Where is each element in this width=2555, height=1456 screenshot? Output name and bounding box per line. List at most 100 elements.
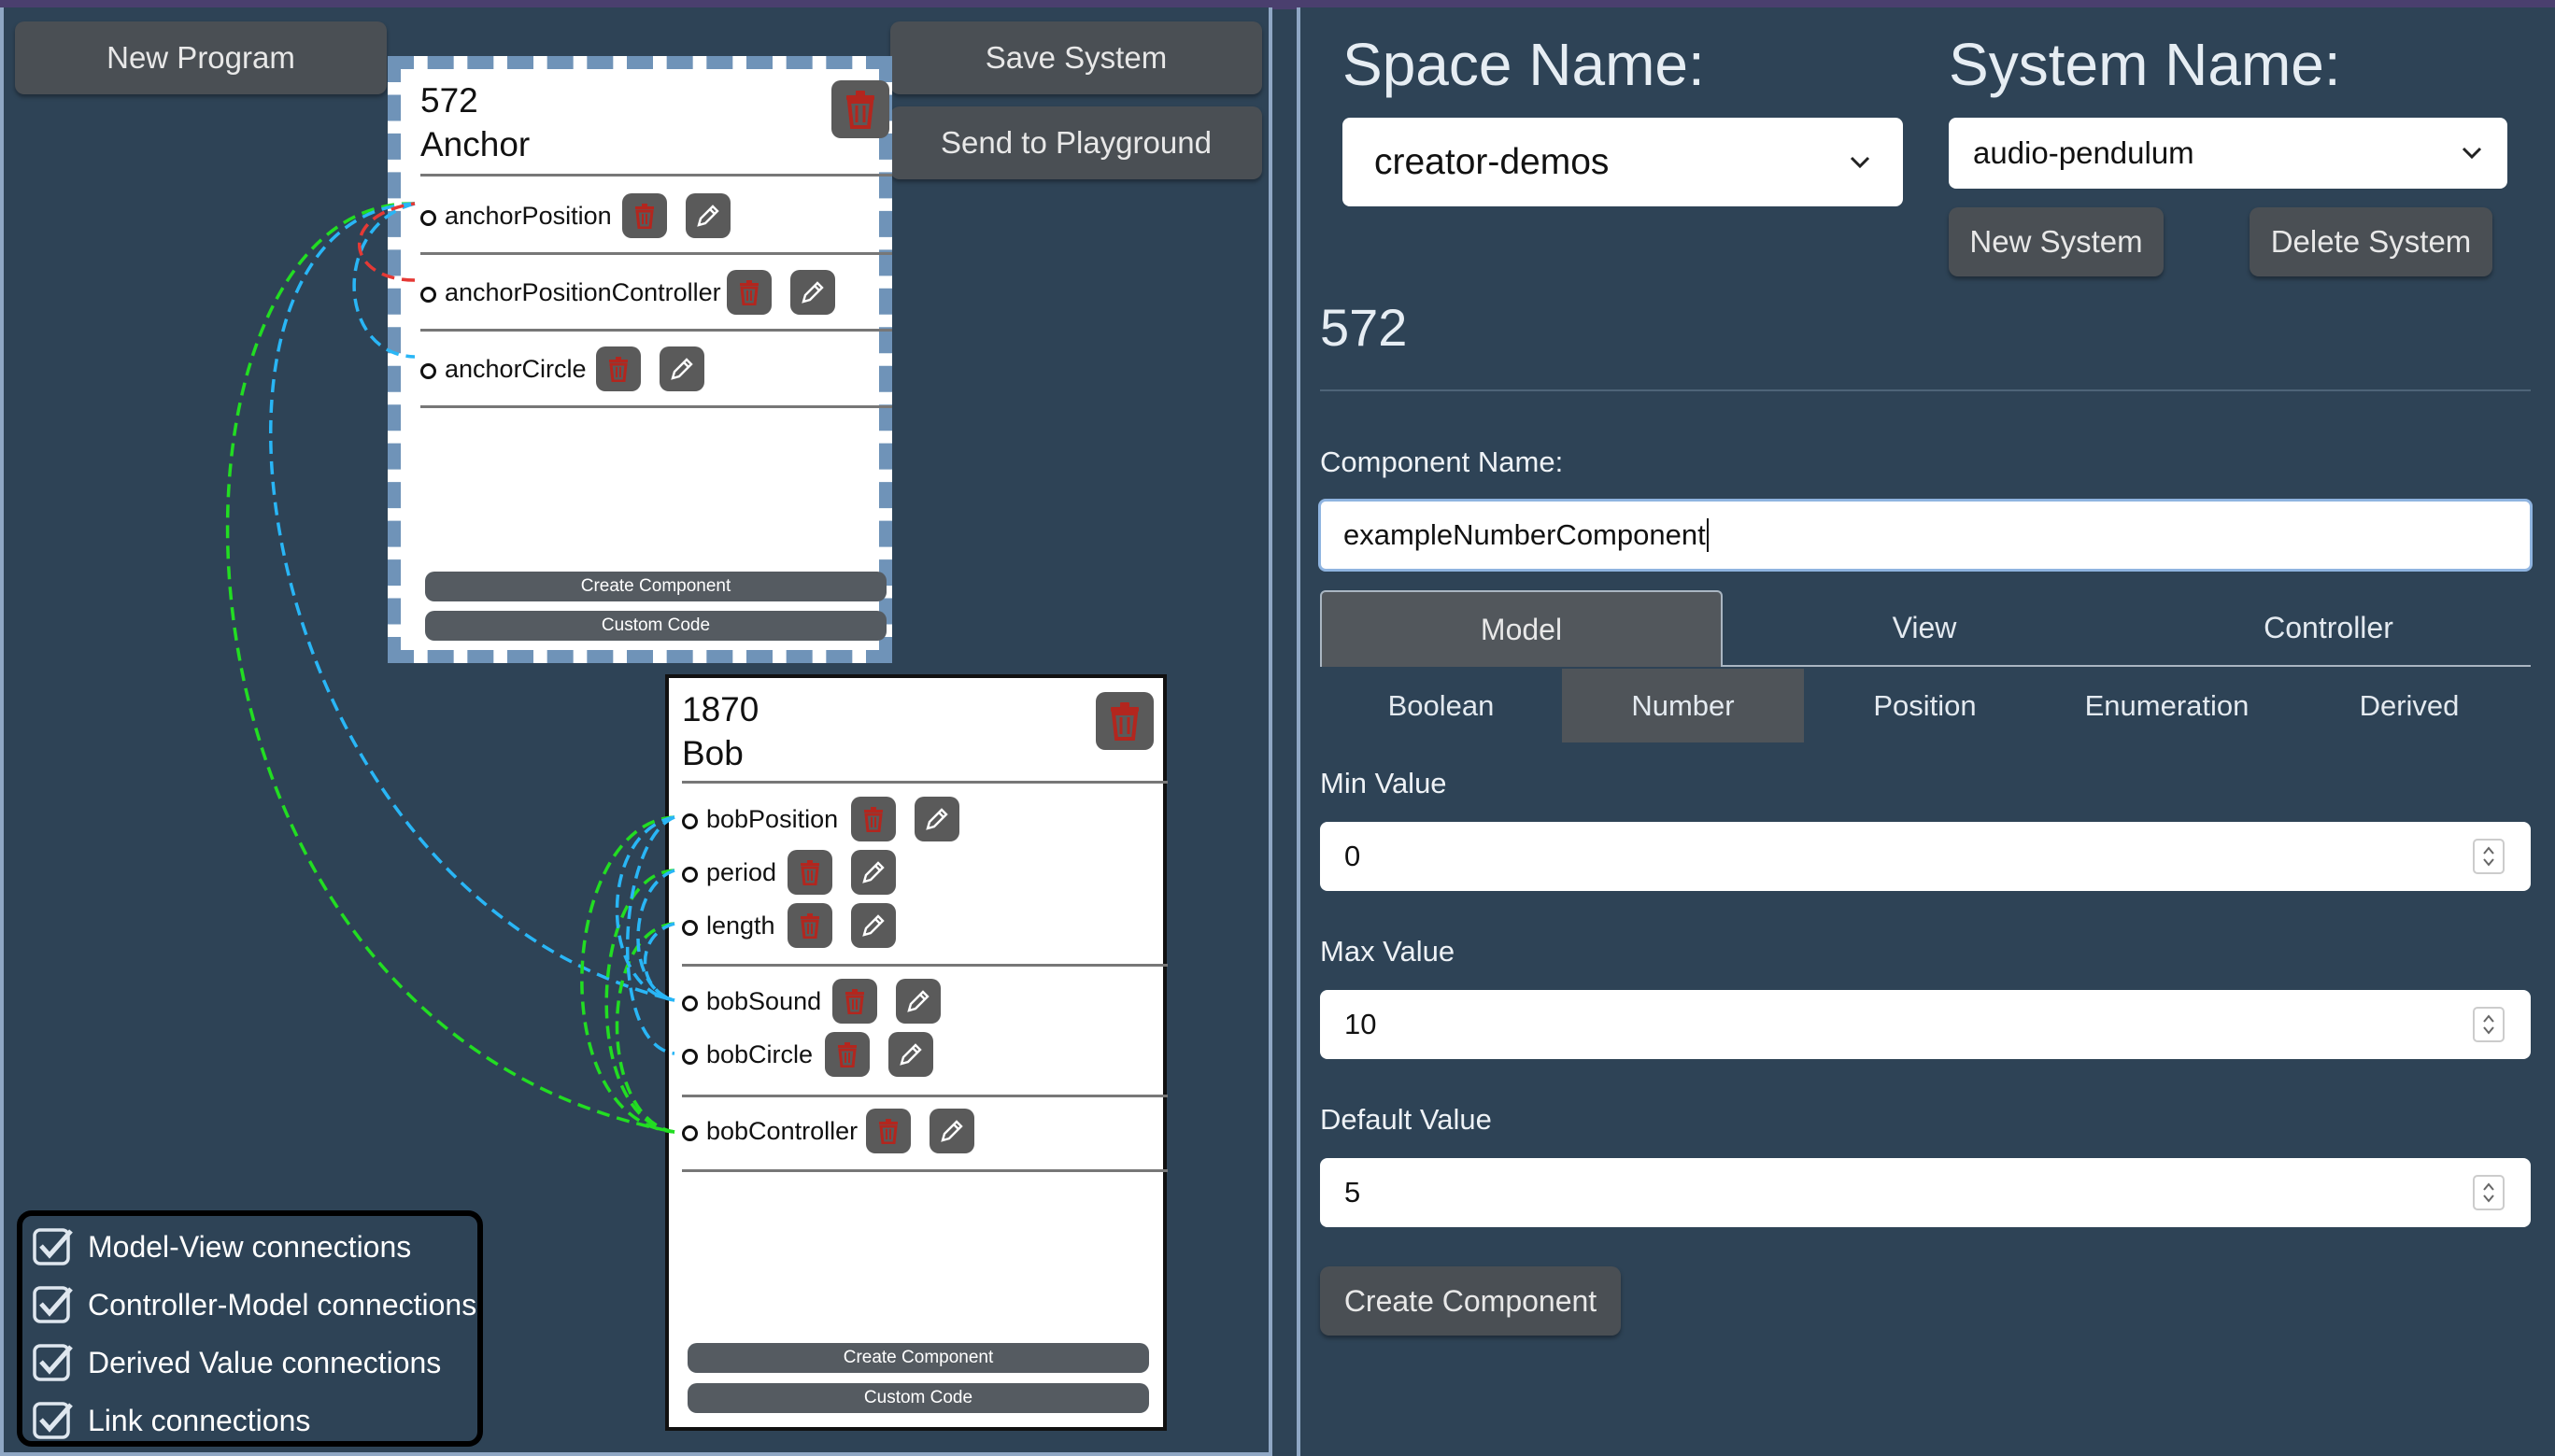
edit-component-button[interactable] (930, 1109, 974, 1153)
node-id: 572 (420, 81, 478, 120)
send-to-playground-button[interactable]: Send to Playground (890, 106, 1262, 179)
tab-model[interactable]: Model (1320, 590, 1723, 667)
component-label[interactable]: bobCircle (706, 1040, 813, 1069)
create-component-button[interactable]: Create Component (425, 572, 887, 601)
trash-icon (1111, 702, 1139, 741)
connector-dot[interactable] (682, 813, 698, 829)
node-divider (420, 329, 892, 332)
node-anchor[interactable]: 572 Anchor anchorPosition anchorPosition… (388, 56, 892, 663)
connector-dot[interactable] (420, 287, 436, 303)
delete-component-button[interactable] (788, 850, 832, 895)
edit-component-button[interactable] (888, 1032, 933, 1077)
connector-dot[interactable] (420, 363, 436, 379)
max-value-label: Max Value (1320, 935, 1455, 968)
subtab-derived[interactable]: Derived (2288, 669, 2531, 742)
connector-dot[interactable] (682, 867, 698, 883)
subtab-label: Number (1631, 688, 1735, 722)
delete-component-button[interactable] (866, 1109, 911, 1153)
pencil-icon (802, 281, 824, 304)
number-spinner[interactable] (2473, 1175, 2505, 1210)
create-component-submit-button[interactable]: Create Component (1320, 1266, 1621, 1336)
subtab-label: Position (1873, 688, 1977, 722)
component-name-input[interactable]: exampleNumberComponent (1318, 499, 2533, 572)
checkbox-checked-icon[interactable] (32, 1399, 75, 1442)
delete-component-button[interactable] (622, 193, 667, 238)
component-label[interactable]: bobSound (706, 987, 821, 1016)
pencil-icon (671, 358, 693, 380)
min-value-input[interactable]: 0 (1320, 822, 2531, 891)
legend-label: Model-View connections (88, 1229, 412, 1264)
max-value-input[interactable]: 10 (1320, 990, 2531, 1059)
default-value-text: 5 (1344, 1176, 1361, 1209)
trash-icon (740, 280, 759, 305)
pencil-icon (941, 1120, 963, 1142)
subtab-boolean[interactable]: Boolean (1320, 669, 1562, 742)
edit-component-button[interactable] (790, 270, 835, 315)
checkbox-checked-icon[interactable] (32, 1283, 75, 1326)
new-program-button[interactable]: New Program (15, 21, 387, 94)
create-component-button[interactable]: Create Component (688, 1343, 1149, 1373)
component-label[interactable]: length (706, 912, 775, 940)
system-name-heading: System Name: (1949, 31, 2341, 98)
component-label[interactable]: anchorCircle (445, 355, 587, 384)
legend-link[interactable]: Link connections (32, 1399, 310, 1442)
connector-dot[interactable] (682, 1125, 698, 1141)
trash-icon (635, 204, 654, 229)
spinner-arrows-icon (2483, 846, 2494, 867)
legend-model-view[interactable]: Model-View connections (32, 1225, 411, 1268)
delete-component-button[interactable] (825, 1032, 870, 1077)
custom-code-button[interactable]: Custom Code (688, 1383, 1149, 1413)
edit-component-button[interactable] (686, 193, 731, 238)
legend-controller-model[interactable]: Controller-Model connections (32, 1283, 476, 1326)
pencil-icon (926, 808, 948, 830)
trash-icon (864, 807, 883, 832)
connector-dot[interactable] (682, 920, 698, 936)
system-name-select[interactable]: audio-pendulum (1949, 118, 2507, 189)
component-label[interactable]: bobController (706, 1117, 858, 1146)
component-label[interactable]: anchorPosition (445, 202, 612, 231)
tab-view[interactable]: View (1723, 590, 2126, 665)
delete-system-button[interactable]: Delete System (2250, 207, 2492, 276)
new-program-label: New Program (106, 40, 295, 75)
subtab-label: Derived (2359, 688, 2460, 722)
delete-component-button[interactable] (788, 903, 832, 948)
number-spinner[interactable] (2473, 839, 2505, 874)
new-system-button[interactable]: New System (1949, 207, 2164, 276)
edit-component-button[interactable] (896, 979, 941, 1024)
save-system-button[interactable]: Save System (890, 21, 1262, 94)
custom-code-button[interactable]: Custom Code (425, 611, 887, 641)
subtab-label: Enumeration (2084, 688, 2250, 722)
delete-node-button[interactable] (1096, 692, 1154, 750)
component-label[interactable]: period (706, 858, 776, 887)
pencil-icon (862, 861, 885, 883)
legend-derived-value[interactable]: Derived Value connections (32, 1341, 441, 1384)
delete-component-button[interactable] (727, 270, 772, 315)
edit-component-button[interactable] (915, 797, 959, 841)
number-spinner[interactable] (2473, 1007, 2505, 1042)
subtab-position[interactable]: Position (1804, 669, 2046, 742)
tab-controller[interactable]: Controller (2126, 590, 2531, 665)
space-name-select[interactable]: creator-demos (1342, 118, 1903, 206)
edit-component-button[interactable] (660, 346, 704, 391)
delete-component-button[interactable] (832, 979, 877, 1024)
new-system-label: New System (1969, 224, 2143, 259)
default-value-input[interactable]: 5 (1320, 1158, 2531, 1227)
connection-legend: Model-View connections Controller-Model … (17, 1210, 483, 1447)
subtab-enumeration[interactable]: Enumeration (2046, 669, 2288, 742)
delete-node-button[interactable] (831, 80, 889, 138)
component-label[interactable]: bobPosition (706, 805, 838, 834)
subtab-number[interactable]: Number (1562, 669, 1804, 742)
node-bob[interactable]: 1870 Bob bobPosition period length bobSo… (665, 674, 1168, 1431)
connector-dot[interactable] (420, 210, 436, 226)
delete-component-button[interactable] (596, 346, 641, 391)
component-label[interactable]: anchorPositionController (445, 278, 721, 307)
pencil-icon (907, 990, 930, 1012)
connector-dot[interactable] (682, 996, 698, 1011)
custom-code-label: Custom Code (601, 615, 711, 635)
edit-component-button[interactable] (851, 850, 896, 895)
connector-dot[interactable] (682, 1049, 698, 1065)
checkbox-checked-icon[interactable] (32, 1341, 75, 1384)
checkbox-checked-icon[interactable] (32, 1225, 75, 1268)
edit-component-button[interactable] (851, 903, 896, 948)
delete-component-button[interactable] (851, 797, 896, 841)
